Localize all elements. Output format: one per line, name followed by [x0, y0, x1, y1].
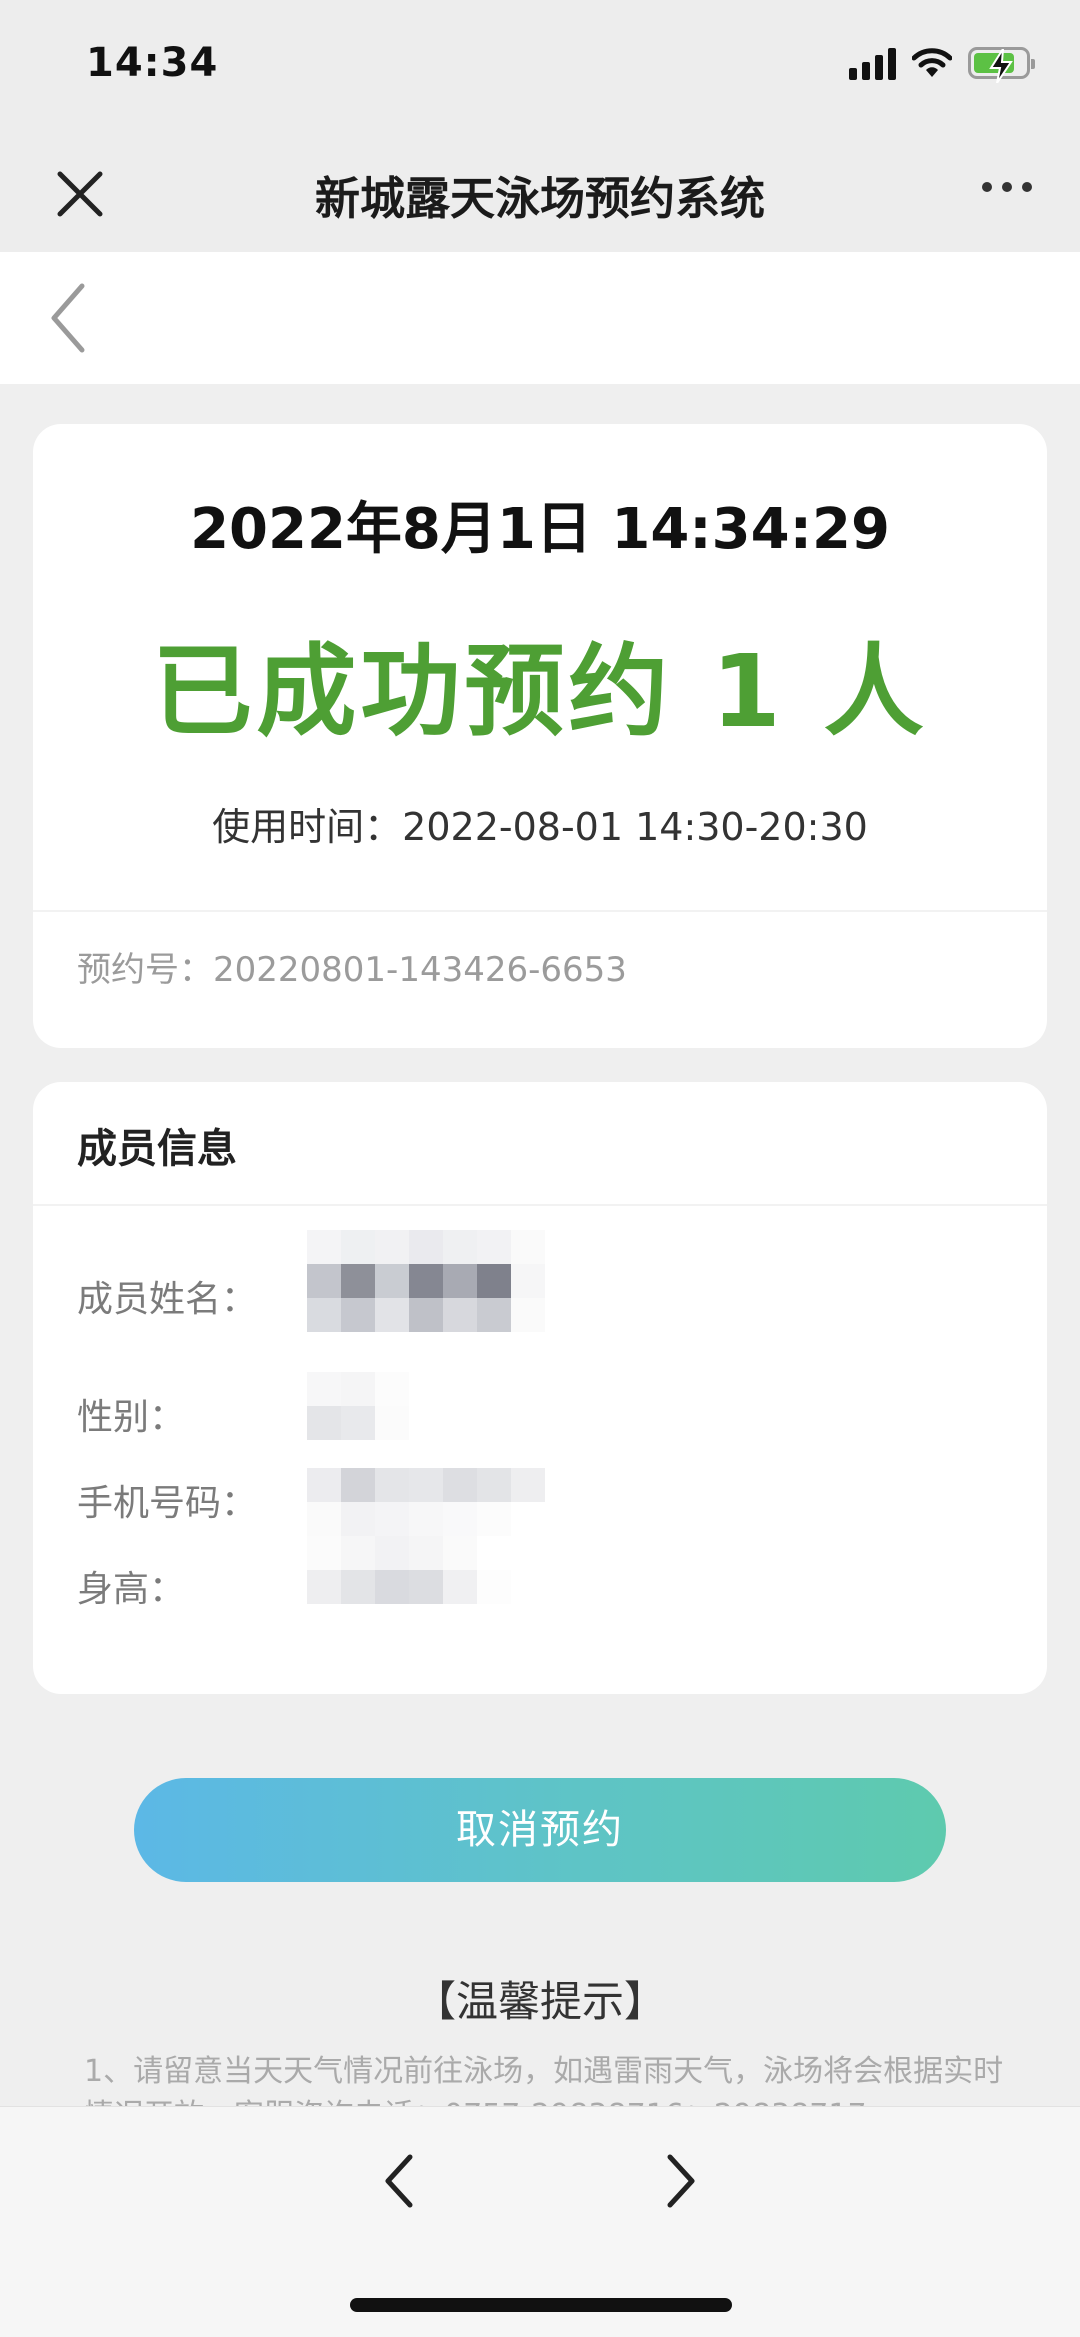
member-info-card: 成员信息 成员姓名： 性别： 手机号码： 身高： — [33, 1082, 1047, 1694]
height-label: 身高： — [77, 1569, 186, 1610]
gender-label: 性别： — [77, 1397, 186, 1438]
phone-label: 手机号码： — [77, 1483, 258, 1524]
home-indicator — [350, 2298, 732, 2312]
page-title: 新城露天泳场预约系统 — [314, 172, 765, 225]
usage-time: 使用时间：2022-08-01 14:30-20:30 — [212, 805, 868, 849]
nav-bar: 新城露天泳场预约系统 — [0, 140, 1080, 252]
battery-fill — [974, 49, 1014, 83]
booking-number: 预约号：20220801-143426-6653 — [77, 950, 627, 990]
member-section-title: 成员信息 — [77, 1126, 237, 1172]
back-icon[interactable] — [40, 278, 100, 358]
battery-icon — [968, 47, 1035, 83]
cancel-booking-button[interactable]: 取消预约 — [134, 1778, 946, 1882]
tips-title: 【温馨提示】 — [413, 1977, 666, 2026]
booking-datetime: 2022年8月1日 14:34:29 — [190, 497, 890, 562]
booking-card: 2022年8月1日 14:34:29 已成功预约 1 人 使用时间：2022-0… — [33, 424, 1047, 1048]
signal-icon — [849, 46, 896, 80]
booking-status: 已成功预约 1 人 — [152, 633, 928, 750]
charging-bolt-icon — [989, 49, 1013, 83]
status-bar: 14:34 — [0, 0, 1080, 140]
member-name-label: 成员姓名： — [77, 1279, 258, 1320]
divider — [33, 910, 1047, 912]
status-time: 14:34 — [86, 40, 219, 86]
back-bar — [0, 252, 1080, 384]
divider — [33, 1204, 1047, 1206]
redacted-gender — [307, 1372, 409, 1440]
redacted-height — [307, 1536, 511, 1604]
redacted-phone — [307, 1468, 545, 1536]
chevron-right-icon[interactable] — [660, 2151, 700, 2211]
redacted-name — [307, 1230, 545, 1332]
wifi-icon — [912, 48, 952, 77]
chevron-left-icon[interactable] — [380, 2151, 420, 2211]
more-icon[interactable] — [982, 182, 1032, 192]
status-icons — [849, 46, 1035, 83]
